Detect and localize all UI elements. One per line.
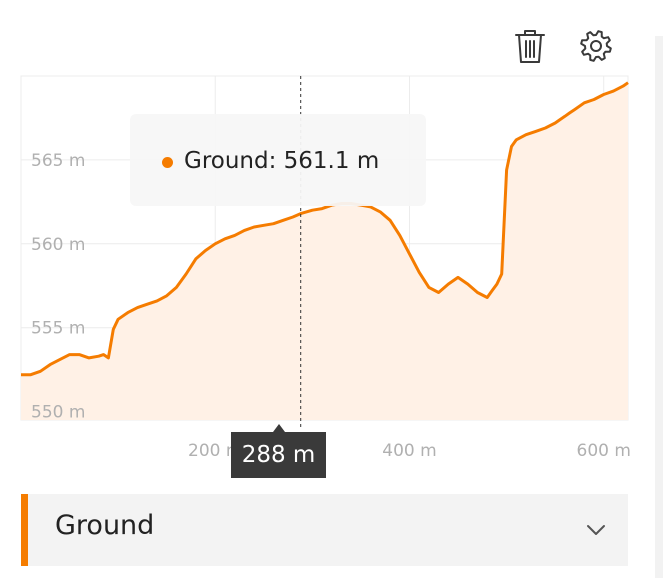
y-tick-label: 560 m — [31, 235, 85, 255]
series-selector[interactable]: Ground — [21, 494, 628, 566]
y-tick-label: 550 m — [31, 403, 85, 423]
series-color-dot — [162, 157, 173, 168]
crosshair-x-label: 288 m — [231, 424, 326, 478]
chevron-down-icon — [587, 525, 605, 535]
selected-series-label: Ground — [55, 510, 155, 541]
chart-tooltip: Ground: 561.1 m — [130, 114, 426, 206]
x-tick-label: 400 m — [382, 441, 436, 461]
y-tick-label: 555 m — [31, 319, 85, 339]
tooltip-text: Ground: 561.1 m — [184, 148, 380, 174]
y-tick-label: 565 m — [31, 151, 85, 171]
x-tick-label: 600 m — [577, 441, 631, 461]
